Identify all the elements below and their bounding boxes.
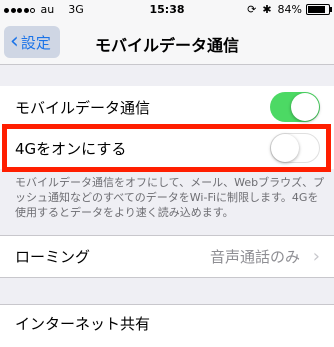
section-footer-note: モバイルデータ通信をオフにして、メール、Webブラウズ、プッシュ通知などのすべて… <box>15 176 325 219</box>
navigation-bar: ‹ 設定 モバイルデータ通信 <box>0 20 334 65</box>
mobile-data-cell: モバイルデータ通信 <box>0 86 334 128</box>
highlight-frame <box>2 124 331 172</box>
roaming-label: ローミング <box>15 248 91 266</box>
rotation-lock-icon: ⟳ <box>247 3 257 16</box>
status-right: ⟳ ✱ 84% <box>241 3 332 16</box>
roaming-value: 音声通話のみ <box>209 248 300 266</box>
page-title: モバイルデータ通信 <box>94 36 239 55</box>
bluetooth-icon: ✱ <box>262 3 272 16</box>
toggle-knob <box>291 93 319 121</box>
mobile-data-toggle[interactable] <box>270 92 320 122</box>
status-bar: au 3G 15:38 ⟳ ✱ 84% <box>0 0 334 20</box>
roaming-cell[interactable]: ローミング 音声通話のみ › <box>0 235 334 278</box>
battery-icon <box>306 4 332 15</box>
hotspot-label: インターネット共有 <box>15 315 151 333</box>
mobile-data-label: モバイルデータ通信 <box>15 98 151 117</box>
chevron-right-icon: › <box>312 246 320 267</box>
battery-percentage: 84% <box>277 3 302 16</box>
